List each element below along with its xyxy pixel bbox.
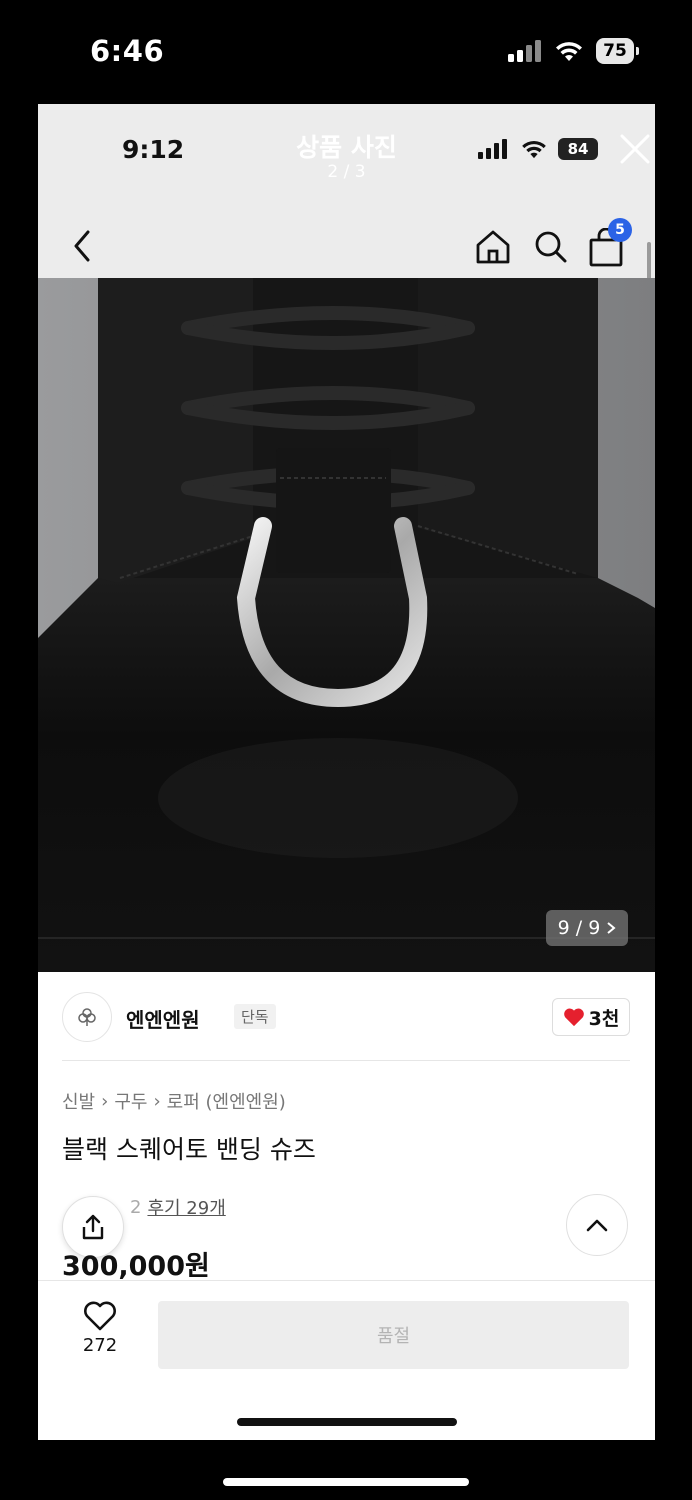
scroll-top-button[interactable]	[566, 1194, 628, 1256]
inner-battery-level: 84	[567, 140, 589, 158]
breadcrumb-separator-icon: ›	[101, 1090, 109, 1112]
wishlist-count: 272	[82, 1335, 118, 1356]
viewer-page-counter: 2 / 3	[327, 162, 366, 182]
exclusive-badge: 단독	[234, 1004, 276, 1029]
cellular-signal-icon	[508, 40, 541, 62]
close-icon	[620, 134, 650, 164]
inner-cellular-icon	[478, 139, 507, 159]
breadcrumb-separator-icon: ›	[153, 1090, 161, 1112]
divider	[62, 1060, 630, 1061]
outer-status-bar: 6:46 75	[0, 0, 692, 104]
product-photo[interactable]	[38, 278, 655, 972]
product-info: 엔엔엔원 단독 3천 신발 › 구두 › 로퍼 (엔엔엔원) 블랙 스퀘어토 밴…	[38, 972, 655, 1282]
brand-like-count: 3천	[588, 1007, 620, 1030]
close-viewer-button[interactable]	[615, 126, 655, 172]
rating-value: 2	[130, 1196, 142, 1218]
back-button[interactable]	[68, 228, 98, 264]
brand-logo[interactable]	[62, 992, 112, 1042]
outer-status-icons: 75	[508, 38, 639, 64]
share-icon	[82, 1214, 104, 1240]
cart-button[interactable]: 5	[588, 218, 632, 268]
battery-level: 75	[603, 41, 627, 61]
heart-filled-icon	[563, 1008, 584, 1027]
photo-viewer: 9:12 상품 사진 2 / 3 84 5 9 / 9 엔엔엔원 단독 3천 신…	[38, 104, 655, 1440]
sold-out-button[interactable]: 품절	[158, 1301, 629, 1369]
search-button[interactable]	[532, 228, 570, 266]
product-price: 300,000원	[62, 1251, 210, 1282]
inner-home-indicator	[237, 1418, 457, 1426]
review-link[interactable]: 후기 29개	[147, 1194, 225, 1220]
outer-clock: 6:46	[90, 34, 165, 68]
inner-wifi-icon	[522, 140, 546, 159]
breadcrumb-item[interactable]: 신발	[62, 1088, 95, 1114]
breadcrumb: 신발 › 구두 › 로퍼 (엔엔엔원)	[62, 1088, 286, 1114]
breadcrumb-item[interactable]: 로퍼 (엔엔엔원)	[167, 1088, 286, 1114]
viewer-header: 9:12 상품 사진 2 / 3 84 5	[38, 104, 655, 278]
inner-status-icons: 84	[478, 138, 598, 160]
brand-row: 엔엔엔원 단독 3천	[62, 992, 630, 1044]
home-indicator[interactable]	[223, 1478, 469, 1486]
chevron-right-icon	[607, 922, 616, 934]
cart-count-badge: 5	[608, 218, 632, 242]
home-button[interactable]	[474, 228, 512, 266]
product-title: 블랙 스퀘어토 밴딩 슈즈	[62, 1135, 316, 1164]
chevron-up-icon	[586, 1219, 608, 1232]
breadcrumb-item[interactable]: 구두	[114, 1088, 147, 1114]
clover-logo-icon	[78, 1008, 96, 1026]
brand-name[interactable]: 엔엔엔원	[126, 1004, 200, 1033]
image-index-indicator[interactable]: 9 / 9	[546, 910, 628, 946]
inner-battery-icon: 84	[558, 138, 598, 160]
heart-outline-icon	[84, 1301, 116, 1331]
wifi-icon	[556, 42, 582, 61]
purchase-bar: 272 품절	[38, 1280, 655, 1440]
wishlist-button[interactable]: 272	[72, 1301, 128, 1375]
brand-like-button[interactable]: 3천	[552, 998, 630, 1036]
chevron-left-icon	[74, 230, 90, 262]
app-nav-bar: 5	[38, 214, 655, 278]
battery-icon: 75	[596, 38, 639, 64]
search-icon	[535, 231, 567, 263]
image-index-text: 9 / 9	[557, 917, 601, 939]
shoe-illustration	[38, 278, 655, 972]
home-icon	[476, 230, 510, 264]
